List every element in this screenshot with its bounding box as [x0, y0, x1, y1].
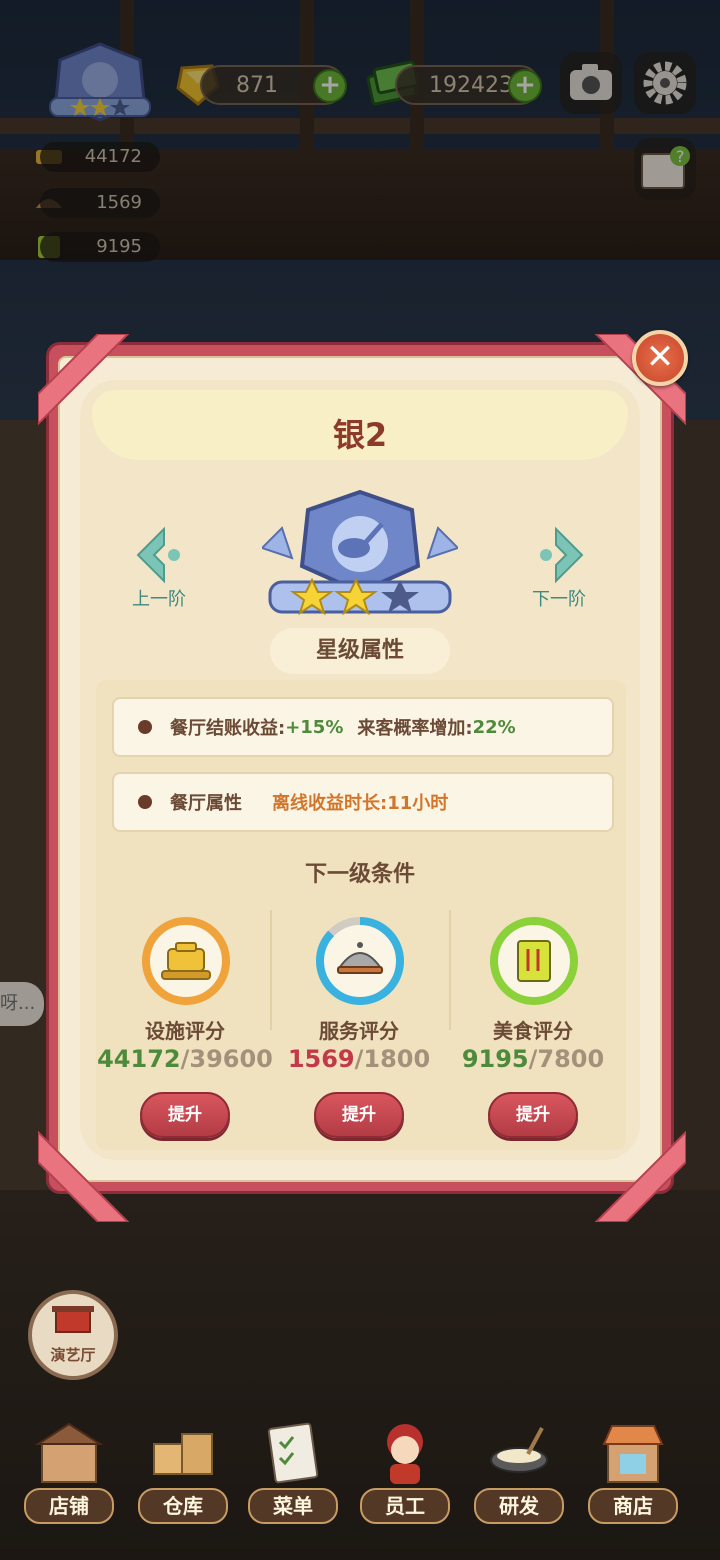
service-rating-icon [316, 917, 404, 1005]
column-divider [270, 910, 272, 1030]
nav-research-label: 研发 [474, 1488, 564, 1524]
offline-earnings-value: 离线收益时长:11小时 [272, 793, 449, 814]
nav-store-button[interactable]: 商店 [588, 1420, 678, 1530]
guest-probability-value: 22% [472, 716, 516, 738]
next-level-heading: 下一级条件 [304, 862, 415, 887]
facility-rating-value: 44172/39600 [97, 1045, 273, 1073]
upgrade-facility-button[interactable]: 提升 [140, 1092, 230, 1138]
column-divider [449, 910, 451, 1030]
nav-store-label: 商店 [588, 1488, 678, 1524]
silver-rank-badge-icon [262, 489, 458, 616]
nav-shop-button[interactable]: 店铺 [24, 1420, 114, 1530]
ribbon-corner [38, 334, 130, 426]
service-rating-value: 1569/1800 [287, 1045, 431, 1073]
clipboard-icon [267, 1422, 319, 1484]
bullet-dot [138, 720, 152, 734]
facility-rating-icon [142, 917, 230, 1005]
rank-title: 银2 [332, 416, 388, 454]
theater-icon [52, 1306, 94, 1333]
revenue-property-row: 餐厅结账收益: +15% 来客概率增加: 22% [112, 697, 614, 757]
food-rating-value: 9195/7800 [461, 1045, 605, 1073]
prev-arrow-icon[interactable] [134, 525, 184, 585]
nav-staff-label: 员工 [360, 1488, 450, 1524]
wok-icon [490, 1427, 548, 1473]
offline-property-row: 餐厅属性 离线收益时长:11小时 [112, 772, 614, 832]
shopfront-icon [34, 1422, 104, 1483]
facility-rating-label: 设施评分 [145, 1019, 225, 1043]
close-button[interactable]: ✕ [632, 330, 688, 386]
boxes-icon [153, 1433, 213, 1475]
bullet-dot [138, 795, 152, 809]
star-attributes-heading: 星级属性 [270, 628, 450, 674]
prev-rank-button[interactable]: 上一阶 [114, 585, 204, 611]
theater-button[interactable]: 演艺厅 [28, 1290, 118, 1380]
checkout-revenue-label: 餐厅结账收益: [170, 718, 286, 739]
food-rating-label: 美食评分 [493, 1019, 573, 1043]
theater-label: 演艺厅 [50, 1346, 96, 1364]
upgrade-food-button[interactable]: 提升 [488, 1092, 578, 1138]
next-rank-button[interactable]: 下一阶 [514, 585, 604, 611]
staff-icon [387, 1424, 423, 1484]
food-rating-icon [490, 917, 578, 1005]
nav-menu-label: 菜单 [248, 1488, 338, 1524]
upgrade-service-button[interactable]: 提升 [314, 1092, 404, 1138]
nav-staff-button[interactable]: 员工 [360, 1420, 450, 1530]
nav-warehouse-button[interactable]: 仓库 [138, 1420, 228, 1530]
nav-warehouse-label: 仓库 [138, 1488, 228, 1524]
nav-research-button[interactable]: 研发 [474, 1420, 564, 1530]
next-arrow-icon[interactable] [536, 525, 586, 585]
restaurant-attribute-label: 餐厅属性 [170, 793, 242, 814]
store-icon [602, 1425, 664, 1483]
close-icon: ✕ [645, 337, 675, 377]
guest-probability-label: 来客概率增加: [357, 718, 473, 739]
service-rating-label: 服务评分 [319, 1019, 399, 1043]
checkout-revenue-value: +15% [285, 716, 344, 738]
nav-menu-button[interactable]: 菜单 [248, 1420, 338, 1530]
nav-shop-label: 店铺 [24, 1488, 114, 1524]
